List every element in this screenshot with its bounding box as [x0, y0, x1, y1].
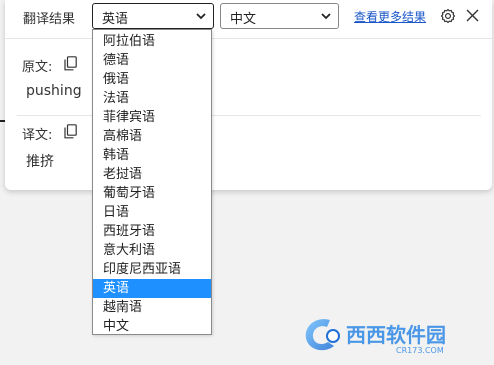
dropdown-option[interactable]: 德语 [93, 51, 211, 70]
more-results-link[interactable]: 查看更多结果 [354, 8, 426, 25]
section-divider [17, 115, 481, 116]
header-divider [5, 38, 492, 39]
dropdown-option[interactable]: 俄语 [93, 70, 211, 89]
source-language-dropdown: 阿拉伯语 德语 俄语 法语 菲律宾语 高棉语 韩语 老挝语 葡萄牙语 日语 西班… [92, 29, 212, 335]
dropdown-option[interactable]: 英语 [93, 279, 211, 298]
watermark-brand: 西西软件园 [346, 323, 446, 347]
watermark-logo: 西西软件园 CR173.COM [305, 319, 446, 355]
dropdown-option[interactable]: 法语 [93, 89, 211, 108]
translation-panel: 翻译结果 英语 中文 查看更多结果 原文: pushing 译文: 推挤 [5, 0, 492, 190]
dropdown-option[interactable]: 意大利语 [93, 241, 211, 260]
panel-header: 翻译结果 英语 中文 查看更多结果 [5, 0, 492, 34]
dropdown-option[interactable]: 印度尼西亚语 [93, 260, 211, 279]
copy-icon[interactable] [64, 56, 77, 71]
source-language-select[interactable]: 英语 [92, 3, 214, 29]
original-label: 原文: [22, 60, 53, 75]
dropdown-option[interactable]: 西班牙语 [93, 222, 211, 241]
translation-text: 推挤 [26, 154, 54, 170]
dropdown-option[interactable]: 日语 [93, 203, 211, 222]
dropdown-option[interactable]: 中文 [93, 317, 211, 336]
dropdown-option[interactable]: 老挝语 [93, 165, 211, 184]
dropdown-option[interactable]: 菲律宾语 [93, 108, 211, 127]
dropdown-option[interactable]: 高棉语 [93, 127, 211, 146]
translation-label: 译文: [22, 128, 53, 143]
dropdown-option[interactable]: 葡萄牙语 [93, 184, 211, 203]
gear-icon[interactable] [440, 8, 456, 24]
dropdown-option[interactable]: 韩语 [93, 146, 211, 165]
target-language-select[interactable]: 中文 [220, 3, 339, 29]
copy-icon[interactable] [64, 124, 77, 139]
dropdown-option[interactable]: 阿拉伯语 [93, 32, 211, 51]
close-icon[interactable] [465, 8, 480, 23]
chevron-down-icon [196, 13, 206, 20]
dropdown-option[interactable]: 越南语 [93, 298, 211, 317]
target-language-value: 中文 [230, 12, 257, 27]
chevron-down-icon [321, 13, 331, 20]
source-language-value: 英语 [102, 12, 129, 27]
watermark-url: CR173.COM [396, 346, 444, 355]
original-text: pushing [26, 83, 82, 99]
panel-title: 翻译结果 [23, 12, 76, 27]
